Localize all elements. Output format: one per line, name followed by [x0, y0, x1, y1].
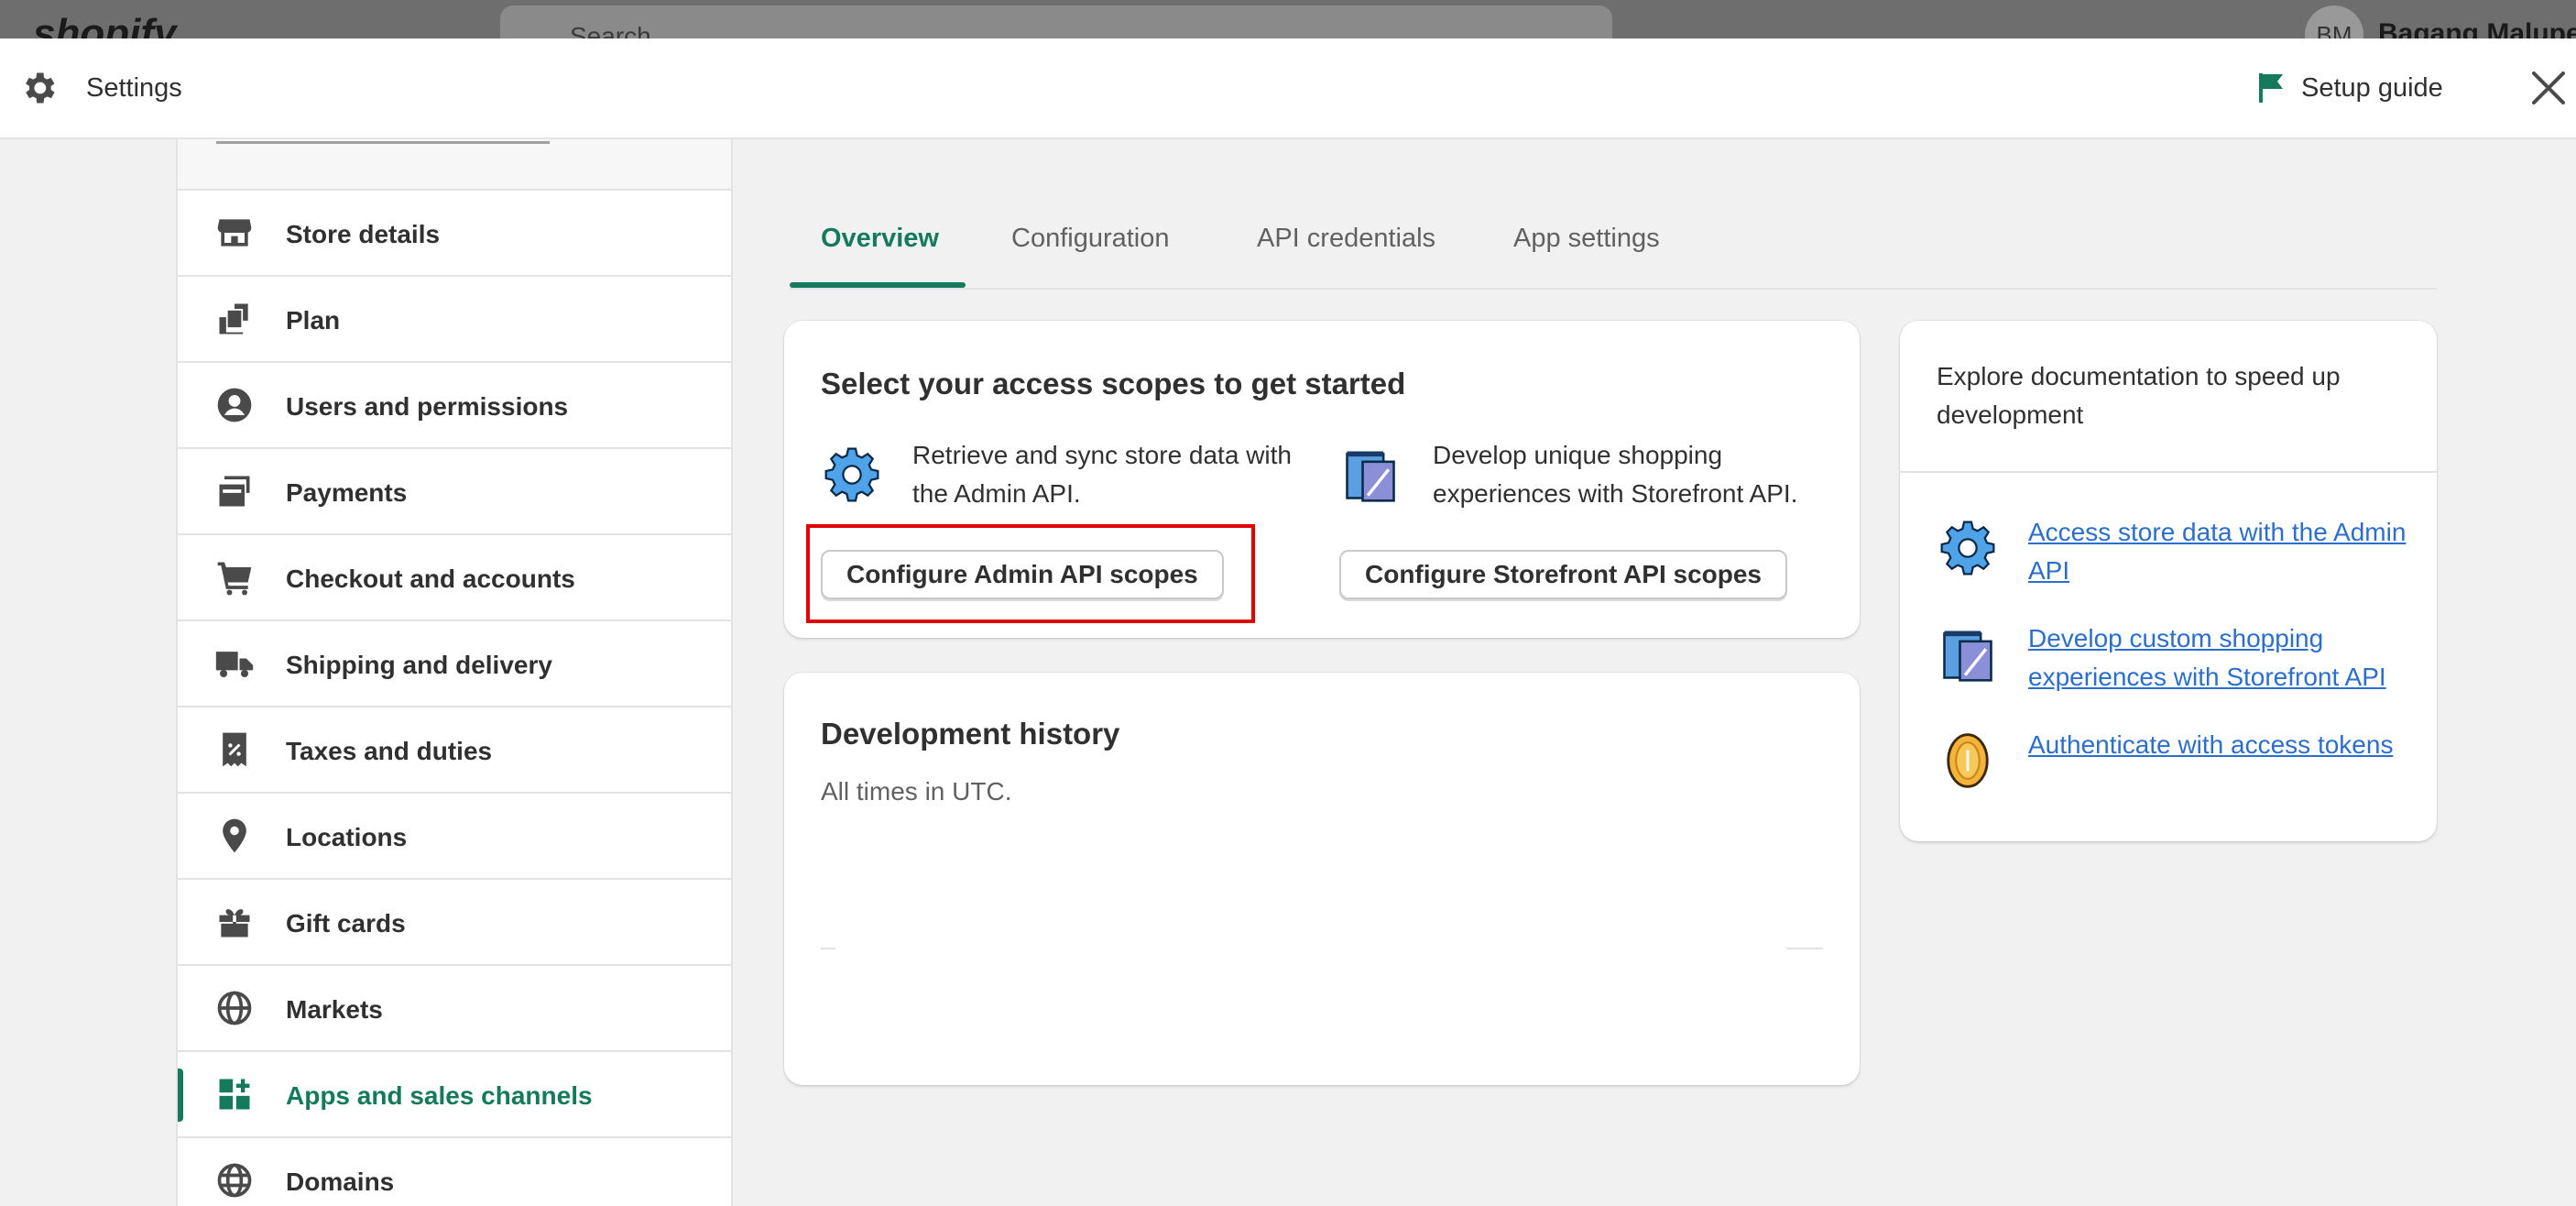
- active-indicator: [178, 1069, 183, 1122]
- location-pin-icon: [223, 818, 246, 853]
- store-icon: [217, 219, 252, 247]
- docs-link-admin-api[interactable]: Access store data with the Admin API: [2028, 513, 2413, 590]
- storefront-api-description: Develop unique shopping experiences with…: [1433, 441, 1798, 508]
- admin-api-gear-icon: [824, 447, 879, 502]
- sidebar-item-gift-cards[interactable]: Gift cards: [178, 880, 731, 966]
- admin-api-description: Retrieve and sync store data with the Ad…: [912, 441, 1292, 508]
- cart-icon: [217, 562, 252, 596]
- settings-sidebar: Store details Plan Users and permissions…: [176, 139, 733, 1206]
- settings-header: Settings Setup guide: [0, 38, 2576, 139]
- history-divider-right: [1786, 948, 1823, 949]
- sidebar-item-label: Domains: [286, 1168, 395, 1196]
- close-icon[interactable]: [2528, 68, 2569, 108]
- sidebar-item-store-details[interactable]: Store details: [178, 191, 731, 277]
- sidebar-item-plan[interactable]: Plan: [178, 277, 731, 363]
- scopes-card-title: Select your access scopes to get started: [821, 367, 1406, 400]
- sidebar-item-label: Users and permissions: [286, 392, 569, 421]
- domain-globe-icon: [217, 1163, 252, 1198]
- app-tabs: Overview Configuration API credentials A…: [790, 202, 2437, 290]
- history-card-title: Development history: [821, 717, 1120, 751]
- storefront-badge-icon: [1943, 630, 1992, 682]
- search-placeholder: Search: [570, 22, 651, 38]
- coin-badge-icon: [1947, 733, 1989, 788]
- documentation-card: Explore documentation to speed up develo…: [1900, 321, 2437, 841]
- development-history-card: Development history All times in UTC.: [784, 673, 1860, 1085]
- shopify-logo: shopify: [33, 11, 177, 38]
- tab-api-credentials[interactable]: API credentials: [1257, 224, 1435, 254]
- setup-guide-button[interactable]: Setup guide: [2257, 71, 2443, 104]
- sidebar-item-payments[interactable]: Payments: [178, 449, 731, 535]
- sidebar-item-label: Payments: [286, 478, 408, 507]
- sidebar-item-shipping[interactable]: Shipping and delivery: [178, 621, 731, 707]
- tab-app-settings[interactable]: App settings: [1513, 224, 1660, 254]
- history-divider-left: [821, 948, 835, 949]
- tab-overview[interactable]: Overview: [821, 224, 939, 254]
- flag-icon: [2259, 73, 2283, 103]
- storefront-api-icon: [1346, 451, 1395, 502]
- gear-badge-icon: [1940, 521, 1995, 576]
- sidebar-item-label: Apps and sales channels: [286, 1081, 593, 1110]
- sidebar-item-label: Checkout and accounts: [286, 565, 575, 593]
- user-icon: [217, 388, 252, 422]
- gift-icon: [219, 909, 250, 937]
- configure-storefront-api-scopes-button[interactable]: Configure Storefront API scopes: [1339, 550, 1788, 599]
- sidebar-item-label: Taxes and duties: [286, 737, 493, 765]
- dimmed-admin-topbar: shopify Search BM Bagang Malupet: [0, 0, 2576, 38]
- docs-card-title: Explore documentation to speed up develo…: [1937, 362, 2341, 429]
- sidebar-item-label: Plan: [286, 306, 341, 334]
- globe-icon: [217, 991, 252, 1025]
- sidebar-item-taxes[interactable]: Taxes and duties: [178, 707, 731, 794]
- sidebar-item-users[interactable]: Users and permissions: [178, 363, 731, 449]
- gear-icon: [26, 72, 55, 104]
- apps-icon: [219, 1079, 250, 1110]
- search-bar: Search: [500, 5, 1612, 38]
- docs-link-access-tokens[interactable]: Authenticate with access tokens: [2028, 726, 2413, 764]
- sidebar-item-locations[interactable]: Locations: [178, 794, 731, 880]
- active-tab-underline: [790, 282, 966, 288]
- history-card-subtitle: All times in UTC.: [821, 777, 1012, 806]
- red-highlight-box: [806, 524, 1255, 623]
- sidebar-item-domains[interactable]: Domains: [178, 1138, 731, 1206]
- sidebar-item-apps[interactable]: Apps and sales channels: [178, 1052, 731, 1138]
- payments-icon: [219, 476, 250, 507]
- sidebar-item-markets[interactable]: Markets: [178, 966, 731, 1052]
- sidebar-item-label: Locations: [286, 823, 408, 851]
- sidebar-item-label: Gift cards: [286, 909, 406, 937]
- sidebar-store-link-cut: [178, 139, 731, 191]
- docs-divider: [1900, 471, 2437, 473]
- truck-icon: [215, 652, 254, 678]
- tab-configuration[interactable]: Configuration: [1011, 224, 1170, 254]
- sidebar-item-label: Markets: [286, 995, 383, 1024]
- avatar: BM: [2305, 5, 2363, 38]
- user-name: Bagang Malupet: [2378, 18, 2576, 38]
- sidebar-item-checkout[interactable]: Checkout and accounts: [178, 535, 731, 621]
- plan-icon: [219, 303, 248, 334]
- setup-guide-label: Setup guide: [2301, 72, 2443, 103]
- receipt-icon: [223, 732, 246, 767]
- sidebar-item-label: Shipping and delivery: [286, 651, 552, 679]
- page-title: Settings: [86, 73, 182, 103]
- docs-link-storefront-api[interactable]: Develop custom shopping experiences with…: [2028, 619, 2422, 696]
- sidebar-item-label: Store details: [286, 220, 441, 248]
